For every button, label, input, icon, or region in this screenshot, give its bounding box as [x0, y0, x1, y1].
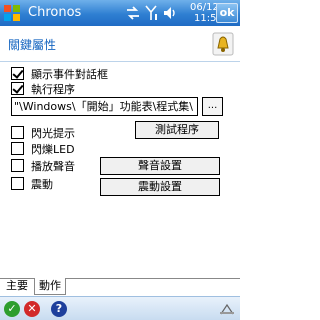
run-program-label: 執行程序	[31, 83, 75, 96]
flash-led-checkbox[interactable]	[11, 142, 24, 155]
show-event-dialog-label: 顯示事件對話框	[31, 68, 108, 81]
flash-led-label: 閃爍LED	[31, 143, 75, 156]
run-program-checkbox[interactable]	[11, 82, 24, 95]
connectivity-icon[interactable]	[125, 5, 141, 21]
play-sound-label: 播放聲音	[31, 160, 75, 173]
keyboard-icon[interactable]	[218, 303, 236, 315]
vibrate-settings-button[interactable]: 震動設置	[100, 178, 220, 196]
vibrate-label: 震動	[31, 178, 53, 191]
header-divider	[0, 61, 240, 62]
bell-icon	[212, 32, 234, 56]
play-sound-checkbox[interactable]	[11, 159, 24, 172]
vibrate-checkbox[interactable]	[11, 177, 24, 190]
flash-hint-label: 閃光提示	[31, 127, 75, 140]
page-header: 關鍵屬性	[0, 26, 240, 62]
program-path-input[interactable]: "\Windows\「開始」功能表\程式集\	[11, 97, 198, 116]
app-title: Chronos	[28, 5, 82, 20]
title-bar: Chronos 06/12/13 11:56 ok	[0, 0, 240, 26]
tab-main[interactable]: 主要	[2, 278, 32, 295]
volume-icon[interactable]	[163, 5, 177, 21]
browse-button[interactable]: ...	[202, 97, 223, 116]
windows-start-icon[interactable]	[3, 4, 21, 22]
page-title: 關鍵屬性	[8, 38, 57, 52]
help-icon[interactable]: ?	[51, 301, 67, 317]
ok-button[interactable]: ok	[216, 3, 238, 23]
signal-icon[interactable]	[145, 5, 159, 21]
ok-check-icon[interactable]: ✓	[4, 301, 20, 317]
show-event-dialog-checkbox[interactable]	[11, 67, 24, 80]
tab-actions[interactable]: 動作	[34, 278, 66, 295]
test-program-button[interactable]: 測試程序	[135, 121, 219, 139]
bottom-toolbar: ✓ ✕ ?	[0, 296, 240, 320]
cancel-x-icon[interactable]: ✕	[24, 301, 40, 317]
flash-hint-checkbox[interactable]	[11, 126, 24, 139]
sound-settings-button[interactable]: 聲音設置	[100, 157, 220, 175]
